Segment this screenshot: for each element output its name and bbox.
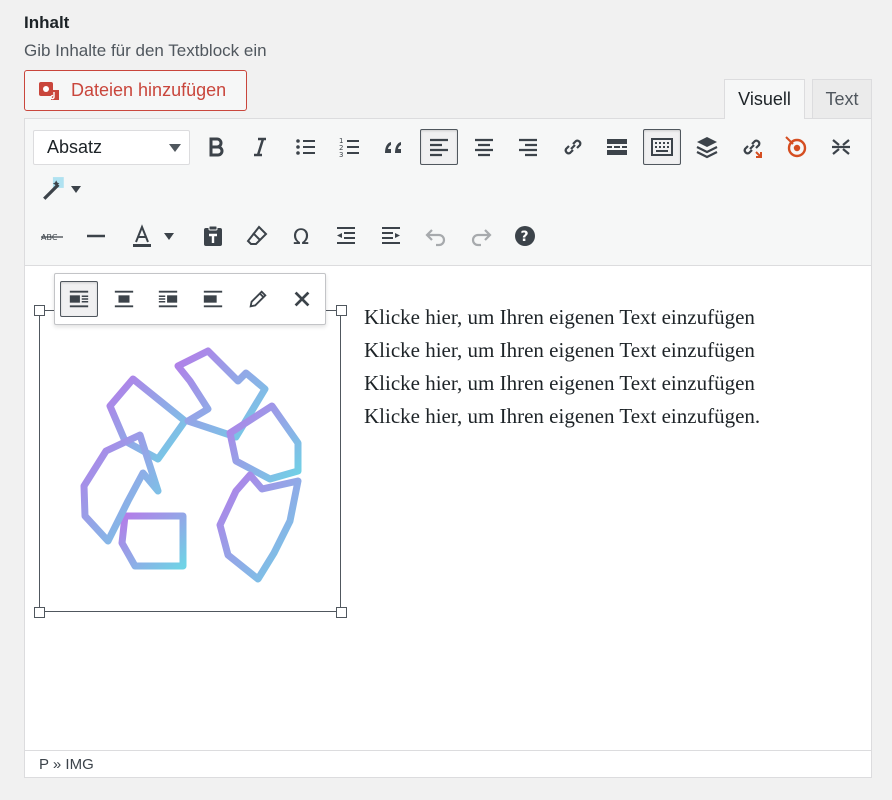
image-remove-button[interactable] (283, 281, 321, 317)
editor-content[interactable]: Klicke hier, um Ihren eigenen Text einzu… (25, 267, 871, 751)
chevron-down-icon (169, 144, 181, 152)
image-edit-button[interactable] (239, 281, 277, 317)
align-left-icon (69, 290, 89, 308)
caret-down-icon (164, 232, 174, 240)
section-subtitle: Gib Inhalte für den Textblock ein (24, 41, 267, 60)
italic-button[interactable] (241, 129, 279, 165)
resize-handle[interactable] (336, 305, 347, 316)
magic-wand-button[interactable] (33, 171, 89, 207)
svg-text:Ω: Ω (293, 225, 309, 248)
add-media-label: Dateien hinzufügen (71, 80, 227, 100)
unlink-button[interactable] (733, 129, 771, 165)
resize-handle[interactable] (336, 607, 347, 618)
align-center-icon (475, 138, 493, 157)
text-line: Klicke hier, um Ihren eigenen Text einzu… (364, 371, 755, 395)
selected-image[interactable] (39, 310, 341, 612)
content-text[interactable]: Klicke hier, um Ihren eigenen Text einzu… (364, 301, 760, 433)
text-line: Klicke hier, um Ihren eigenen Text einzu… (364, 404, 761, 428)
media-icon (39, 81, 59, 100)
text-color-button[interactable] (122, 218, 182, 254)
resize-handle[interactable] (34, 305, 45, 316)
indent-icon (382, 227, 400, 244)
image-toolbar (54, 273, 326, 325)
svg-text:?: ? (521, 229, 529, 245)
outdent-button[interactable] (327, 218, 365, 254)
special-character-button[interactable]: Ω (283, 218, 321, 254)
italic-icon (254, 137, 266, 157)
close-icon (294, 291, 310, 307)
horizontal-line-icon (87, 234, 105, 238)
help-icon: ? (515, 226, 535, 246)
horizontal-line-button[interactable] (77, 218, 115, 254)
indent-button[interactable] (372, 218, 410, 254)
align-right-icon (158, 290, 178, 308)
bold-icon (209, 137, 224, 157)
keyboard-icon (651, 138, 673, 156)
target-icon (785, 136, 807, 158)
bullet-list-icon (296, 139, 315, 155)
clear-formatting-button[interactable] (238, 218, 276, 254)
align-left-icon (430, 138, 448, 157)
help-button[interactable]: ? (506, 218, 544, 254)
strikethrough-icon: ABC (41, 233, 63, 242)
read-more-icon (607, 139, 627, 155)
eraser-icon (246, 225, 268, 245)
fullscreen-icon (832, 139, 850, 155)
no-align-icon (203, 290, 223, 308)
tab-text[interactable]: Text (812, 79, 872, 118)
toolbar-toggle-button[interactable] (643, 129, 681, 165)
text-line: Klicke hier, um Ihren eigenen Text einzu… (364, 338, 755, 362)
editor-toolbar: Absatz 123 ABC Ω ? (25, 119, 871, 266)
bullet-list-button[interactable] (287, 129, 325, 165)
tab-visual[interactable]: Visuell (724, 79, 805, 119)
add-media-button[interactable]: Dateien hinzufügen (24, 70, 247, 111)
link-icon (564, 139, 582, 155)
redo-button[interactable] (462, 218, 500, 254)
layers-button[interactable] (688, 129, 726, 165)
target-button[interactable] (777, 129, 815, 165)
numbered-list-button[interactable]: 123 (331, 129, 369, 165)
clipboard-icon (204, 225, 222, 246)
outdent-icon (337, 227, 355, 244)
strikethrough-button[interactable]: ABC (33, 218, 71, 254)
format-select[interactable]: Absatz (33, 130, 190, 165)
omega-icon: Ω (293, 225, 309, 248)
image-no-align-button[interactable] (194, 281, 232, 317)
numbered-list-icon: 123 (339, 137, 359, 159)
fullscreen-button[interactable] (822, 129, 860, 165)
align-center-icon (114, 290, 134, 308)
image-align-center-button[interactable] (105, 281, 143, 317)
text-color-icon (133, 224, 151, 247)
image-align-left-button[interactable] (60, 281, 98, 317)
align-left-button[interactable] (420, 129, 458, 165)
insert-link-button[interactable] (554, 129, 592, 165)
image-align-right-button[interactable] (149, 281, 187, 317)
blockquote-button[interactable] (375, 129, 413, 165)
layers-icon (696, 137, 718, 159)
align-right-icon (519, 138, 537, 157)
format-select-value: Absatz (47, 137, 103, 157)
bold-button[interactable] (197, 129, 235, 165)
resize-handle[interactable] (34, 607, 45, 618)
element-path[interactable]: P » IMG (39, 756, 94, 773)
element-path-statusbar: P » IMG (25, 750, 871, 777)
undo-button[interactable] (417, 218, 455, 254)
redo-icon (471, 229, 492, 247)
recycle-icon (80, 347, 302, 583)
svg-text:3: 3 (339, 151, 343, 159)
pencil-icon (249, 290, 267, 308)
quote-icon (385, 142, 401, 153)
section-title: Inhalt (24, 13, 70, 32)
read-more-button[interactable] (598, 129, 636, 165)
undo-icon (425, 229, 446, 247)
editor: Absatz 123 ABC Ω ? Klicke hier, um Ihren… (24, 118, 872, 778)
magic-wand-icon (43, 177, 64, 200)
text-line: Klicke hier, um Ihren eigenen Text einzu… (364, 305, 755, 329)
align-center-button[interactable] (465, 129, 503, 165)
caret-down-icon (71, 185, 81, 193)
unlink-icon (743, 139, 762, 158)
paste-as-text-button[interactable] (194, 218, 232, 254)
align-right-button[interactable] (509, 129, 547, 165)
